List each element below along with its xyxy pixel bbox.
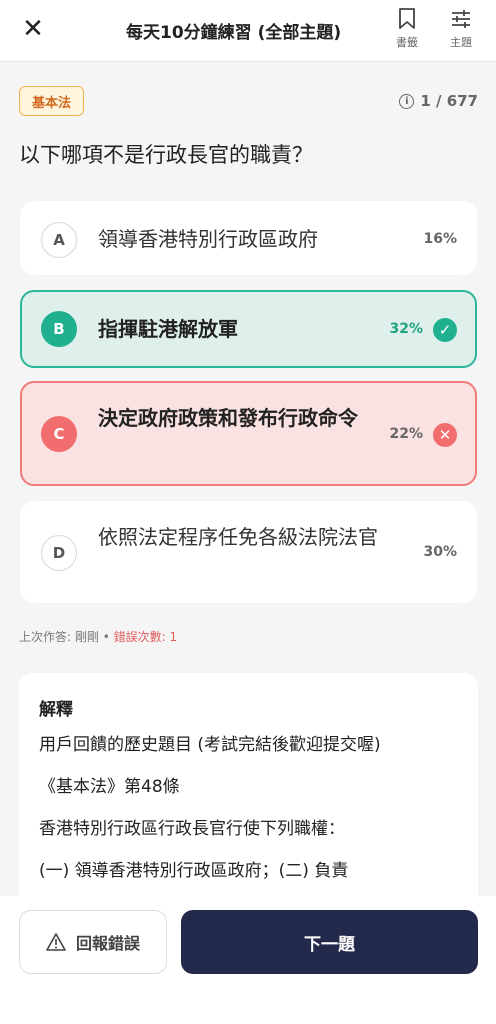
bookmark-icon [399,8,415,29]
error-count: 錯誤次數: 1 [113,630,178,644]
option-percent: 16% [423,231,457,247]
bookmark-button[interactable]: 書籤 [387,8,427,54]
question-counter: i 1 / 677 [399,92,478,110]
option-percent: 22% [389,426,423,442]
report-error-button[interactable]: 回報錯誤 [19,910,167,974]
option-b[interactable]: B 指揮駐港解放軍 32% ✓ [20,290,477,368]
check-icon: ✓ [433,318,457,342]
topic-button[interactable]: 主題 [441,8,481,54]
question-text: 以下哪項不是行政長官的職責？ [19,143,313,167]
page-title: 每天10分鐘練習 (全部主題) [126,23,342,43]
answer-history: 上次作答: 剛剛 • 錯誤次數: 1 [19,628,177,645]
info-icon: i [399,93,415,109]
top-bar: ✕ 每天10分鐘練習 (全部主題) 書籤 主題 [0,0,496,62]
option-c[interactable]: C 決定政府政策和發布行政命令 22% ✕ [20,381,477,486]
next-question-button[interactable]: 下一題 [181,910,478,974]
history-separator: • [102,630,110,644]
option-letter: D [41,535,77,571]
option-letter: B [41,311,77,347]
explanation-line: 用戶回饋的歷史題目 (考試完結後歡迎提交喔) [39,735,381,755]
bookmark-label: 書籤 [396,36,418,49]
bottom-bar: 回報錯誤 下一題 [0,896,496,1024]
topic-label: 主題 [450,36,472,49]
explanation-line: 《基本法》第48條 [39,777,180,797]
counter-text: 1 / 677 [420,92,478,110]
category-tag: 基本法 [19,86,85,116]
option-text: 領導香港特別行政區政府 [98,227,318,251]
option-letter: A [41,222,77,258]
cross-icon: ✕ [433,423,457,447]
sliders-icon [452,10,470,28]
explanation-line: 香港特別行政區行政長官行使下列職權： [39,819,345,839]
last-answer-time: 上次作答: 剛剛 [19,630,99,644]
option-a[interactable]: A 領導香港特別行政區政府 16% [20,201,477,275]
option-letter: C [41,416,77,452]
option-text: 指揮駐港解放軍 [98,317,238,341]
option-percent: 30% [423,544,457,560]
explanation-heading: 解釋 [39,700,73,720]
option-text: 依照法定程序任免各級法院法官 [98,525,378,549]
option-text: 決定政府政策和發布行政命令 [98,406,358,430]
warning-icon [46,933,66,951]
close-icon[interactable]: ✕ [18,14,48,44]
option-d[interactable]: D 依照法定程序任免各級法院法官 30% [20,501,477,603]
report-error-label: 回報錯誤 [75,934,140,953]
option-percent: 32% [389,321,423,337]
explanation-line: (一) 領導香港特別行政區政府；(二) 負責 [39,861,349,881]
